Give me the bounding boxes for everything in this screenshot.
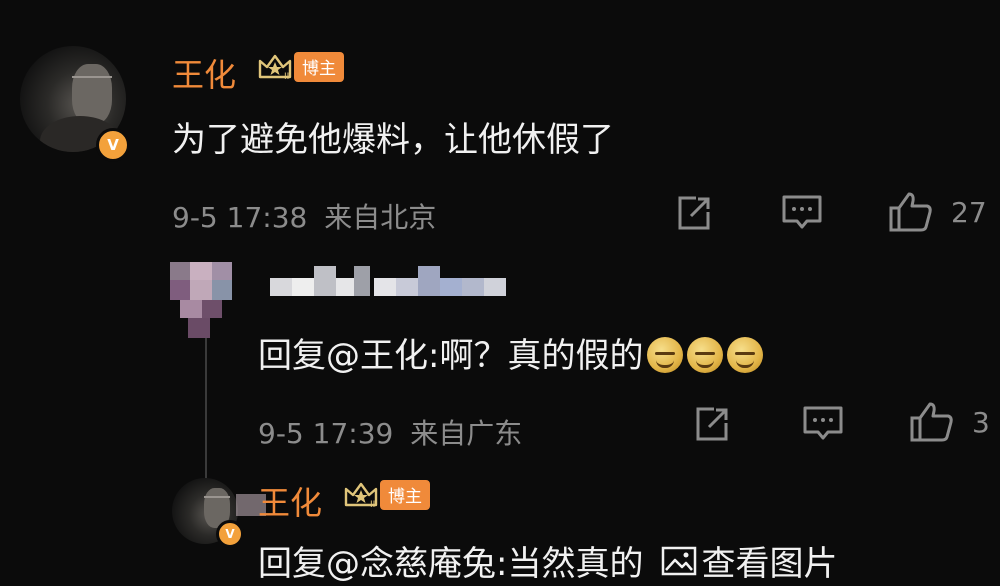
reply-comment-button[interactable] bbox=[802, 404, 844, 444]
image-icon bbox=[662, 546, 697, 575]
reply-location: 来自广东 bbox=[410, 417, 523, 450]
grin-emoji-icon bbox=[647, 337, 684, 373]
reply-text: 回复@王化:啊？真的假的 bbox=[258, 328, 764, 377]
glasses-shape bbox=[72, 76, 112, 78]
share-icon bbox=[696, 407, 728, 441]
svg-text:II: II bbox=[370, 500, 375, 509]
author-name[interactable]: 王化 bbox=[172, 50, 236, 96]
face-shape bbox=[72, 64, 112, 124]
comment-icon bbox=[803, 406, 843, 440]
share-button[interactable] bbox=[674, 193, 714, 233]
grin-emoji-icon bbox=[687, 337, 724, 373]
reply-2-text-content: 回复@念慈庵兔:当然真的 bbox=[258, 544, 644, 584]
comment-time: 9-5 17:38 bbox=[172, 201, 308, 234]
reply-button[interactable] bbox=[781, 193, 823, 233]
reply-time: 9-5 17:39 bbox=[258, 417, 394, 450]
view-image-link[interactable]: 查看图片 bbox=[661, 536, 837, 585]
blogger-badge: II 博主 bbox=[258, 52, 344, 82]
comment-text: 为了避免他爆料，让他休假了 bbox=[172, 120, 614, 160]
like-icon bbox=[910, 402, 953, 442]
blogger-badge: II 博主 bbox=[344, 480, 430, 510]
svg-text:II: II bbox=[284, 72, 289, 81]
share-icon bbox=[678, 196, 710, 230]
like-count: 27 bbox=[951, 195, 987, 229]
username-blurred[interactable] bbox=[270, 266, 510, 302]
comment-location: 来自北京 bbox=[324, 201, 437, 234]
reply-like-button[interactable]: 3 bbox=[908, 400, 990, 444]
verified-icon: V bbox=[216, 520, 244, 548]
comment-meta: 9-5 17:38 来自北京 bbox=[172, 196, 436, 236]
verified-icon: V bbox=[96, 128, 130, 162]
glasses-shape bbox=[204, 496, 230, 498]
reply-text-content: 回复@王化:啊？真的假的 bbox=[258, 336, 644, 376]
thread-line bbox=[205, 330, 207, 480]
badge-label: 博主 bbox=[294, 52, 344, 82]
reply-like-count: 3 bbox=[972, 405, 990, 439]
reply-2-text: 回复@念慈庵兔:当然真的 查看图片 bbox=[258, 536, 837, 585]
comment-icon bbox=[782, 195, 822, 229]
crown-icon: II bbox=[344, 481, 378, 510]
like-button[interactable]: 27 bbox=[887, 190, 987, 234]
reply-author-name[interactable]: 王化 bbox=[258, 478, 322, 524]
crown-icon: II bbox=[258, 53, 292, 82]
view-image-label[interactable]: 查看图片 bbox=[701, 536, 837, 585]
badge-label: 博主 bbox=[380, 480, 430, 510]
like-icon bbox=[889, 192, 932, 232]
reply-share-button[interactable] bbox=[692, 404, 732, 444]
reply-meta: 9-5 17:39 来自广东 bbox=[258, 412, 522, 452]
grin-emoji-icon bbox=[727, 337, 764, 373]
avatar-blurred[interactable] bbox=[170, 262, 240, 340]
